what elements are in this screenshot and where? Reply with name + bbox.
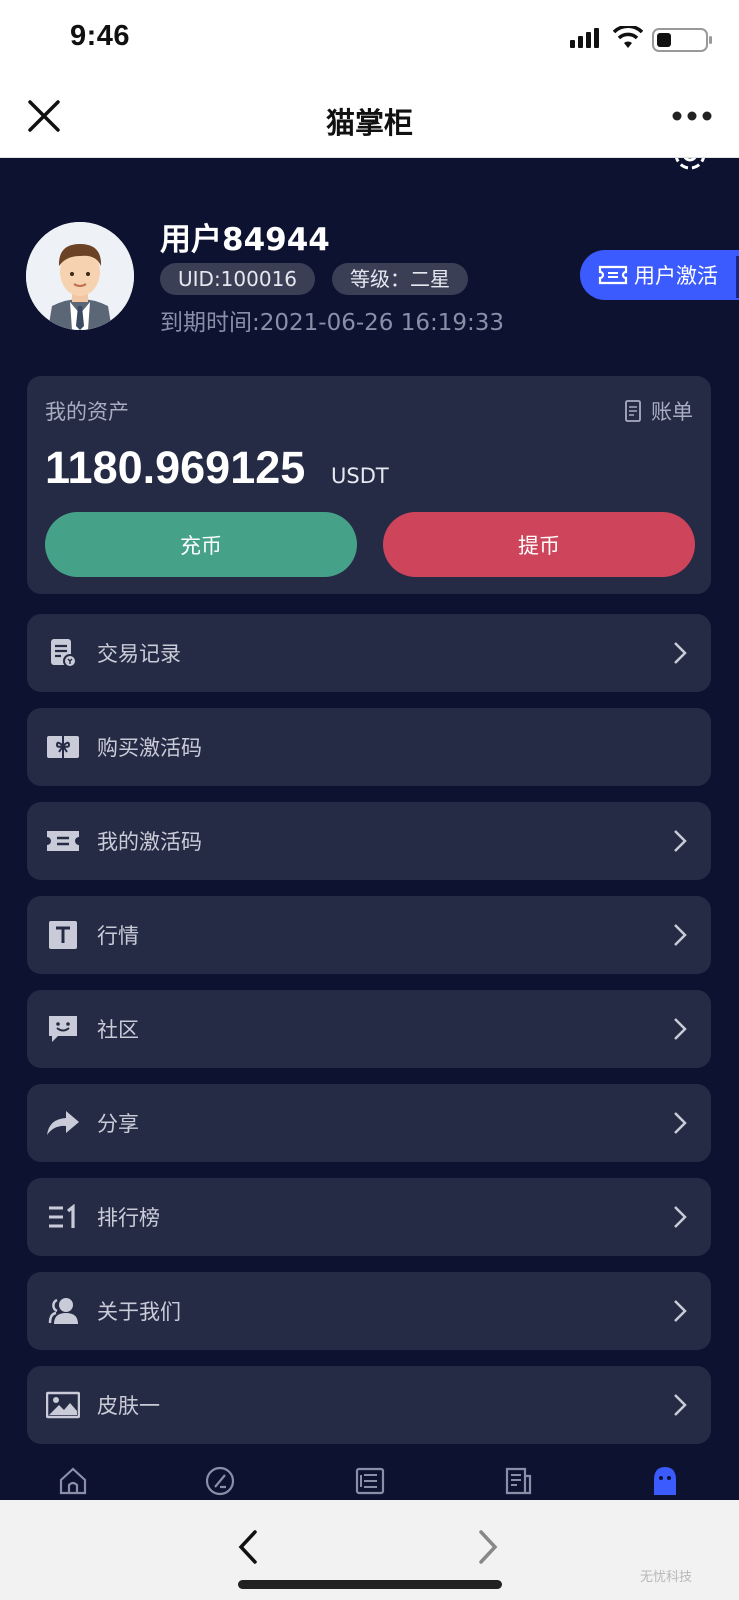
chevron-right-icon xyxy=(674,924,687,946)
menu-item-share[interactable]: 分享 xyxy=(27,1084,711,1162)
forward-arrow-icon[interactable] xyxy=(478,1530,498,1564)
battery-icon xyxy=(652,28,712,52)
asset-card: 我的资产 账单 1180.969125 USDT 充币 提币 xyxy=(27,376,711,594)
transaction-record-icon xyxy=(45,635,81,671)
activate-label: 用户激活 xyxy=(634,264,718,288)
list-icon[interactable] xyxy=(355,1466,385,1496)
menu-item-label: 排行榜 xyxy=(97,1206,160,1230)
uid-badge: UID:100016 xyxy=(160,263,316,295)
nav-bar: 猫掌柜 xyxy=(0,80,739,158)
menu-item-label: 我的激活码 xyxy=(97,830,202,854)
chevron-right-icon xyxy=(674,1112,687,1134)
home-indicator xyxy=(238,1580,502,1589)
menu-item-buy-code[interactable]: 购买激活码 xyxy=(27,708,711,786)
bill-link[interactable]: 账单 xyxy=(625,396,693,426)
menu-item-label: 社区 xyxy=(97,1018,139,1042)
bill-label: 账单 xyxy=(651,400,693,424)
menu-item-skin[interactable]: 皮肤一 xyxy=(27,1366,711,1444)
news-icon[interactable] xyxy=(503,1466,533,1496)
menu-item-my-code[interactable]: 我的激活码 xyxy=(27,802,711,880)
share-icon xyxy=(45,1105,81,1141)
chevron-right-icon xyxy=(674,1018,687,1040)
tab-bar xyxy=(0,1450,739,1500)
bill-icon xyxy=(625,400,641,422)
ticket-icon xyxy=(598,265,628,285)
deposit-button[interactable]: 充币 xyxy=(45,512,357,577)
menu-item-market[interactable]: 行情 xyxy=(27,896,711,974)
menu-item-transaction-record[interactable]: 交易记录 xyxy=(27,614,711,692)
watermark: 无忧科技 xyxy=(640,1570,693,1585)
menu-item-label: 分享 xyxy=(97,1112,139,1136)
asset-unit: USDT xyxy=(331,464,389,488)
asset-title: 我的资产 xyxy=(45,400,129,424)
level-badge: 等级：二星 xyxy=(332,263,468,295)
browser-toolbar: 无忧科技 xyxy=(0,1500,739,1600)
username: 用户84944 xyxy=(160,222,330,258)
menu-item-about[interactable]: 关于我们 xyxy=(27,1272,711,1350)
ranking-icon xyxy=(45,1199,81,1235)
menu-item-label: 交易记录 xyxy=(97,642,181,666)
profile-icon[interactable] xyxy=(651,1466,679,1496)
about-icon xyxy=(45,1293,81,1329)
expire-time: 到期时间:2021-06-26 16:19:33 xyxy=(160,310,505,336)
signal-icon xyxy=(570,28,599,48)
asset-amount: 1180.969125 xyxy=(45,442,306,493)
menu-item-label: 皮肤一 xyxy=(97,1394,160,1418)
user-activate-button[interactable]: 用户激活 xyxy=(580,250,739,300)
profile-page: 用户84944 UID:100016 等级：二星 到期时间:2021-06-26… xyxy=(0,158,739,1450)
buy-code-icon xyxy=(45,729,81,765)
chevron-right-icon xyxy=(674,1206,687,1228)
home-icon[interactable] xyxy=(58,1466,88,1496)
status-time: 9:46 xyxy=(70,20,131,52)
chevron-right-icon xyxy=(674,642,687,664)
menu-item-label: 行情 xyxy=(97,924,139,948)
chevron-right-icon xyxy=(674,1300,687,1322)
menu-item-community[interactable]: 社区 xyxy=(27,990,711,1068)
status-bar: 9:46 xyxy=(0,0,739,80)
market-icon xyxy=(45,917,81,953)
page-title: 猫掌柜 xyxy=(325,106,413,140)
skin-icon xyxy=(45,1387,81,1423)
back-arrow-icon[interactable] xyxy=(238,1530,258,1564)
avatar-illustration xyxy=(26,222,134,330)
community-icon xyxy=(45,1011,81,1047)
ticket-icon xyxy=(45,823,81,859)
avatar[interactable] xyxy=(26,222,134,330)
wifi-icon xyxy=(613,26,643,48)
menu-item-label: 关于我们 xyxy=(97,1300,181,1324)
more-icon[interactable] xyxy=(672,110,712,122)
chevron-right-icon xyxy=(674,1394,687,1416)
menu-item-label: 购买激活码 xyxy=(97,736,202,760)
chevron-right-icon xyxy=(674,830,687,852)
discover-icon[interactable] xyxy=(205,1466,235,1496)
withdraw-button[interactable]: 提币 xyxy=(383,512,695,577)
menu-item-ranking[interactable]: 排行榜 xyxy=(27,1178,711,1256)
settings-gear-icon[interactable] xyxy=(670,158,710,174)
